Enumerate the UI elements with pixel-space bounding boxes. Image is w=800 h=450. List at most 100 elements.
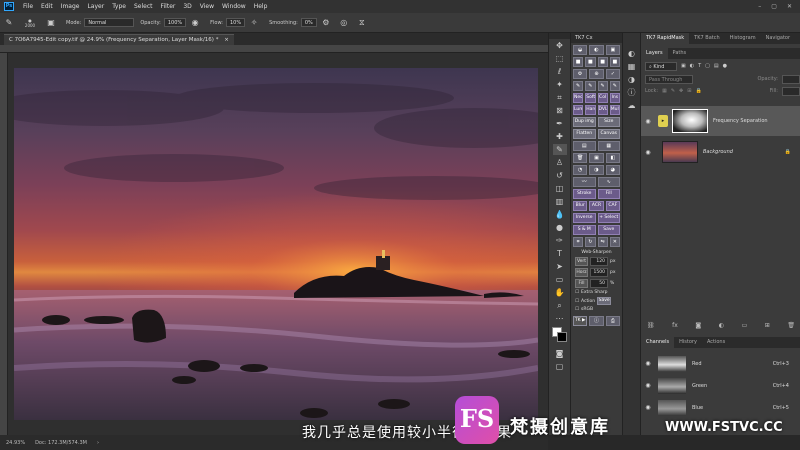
marquee-tool-icon[interactable]: ⬚ <box>553 53 567 64</box>
tk-dup-img-button[interactable]: Dup img <box>573 117 596 127</box>
tk-brush-icon-4[interactable]: ✎ <box>609 81 620 91</box>
channel-visibility-eye-icon[interactable]: ◉ <box>644 382 652 389</box>
brush-settings-icon[interactable]: ▣ <box>46 18 56 28</box>
tk-luminosity-icon-4[interactable]: ■ <box>609 57 620 67</box>
filter-toggle-icon[interactable]: ● <box>723 63 727 69</box>
tools-panel-grip[interactable] <box>549 33 570 39</box>
tk-luminosity-icon-2[interactable]: ■ <box>585 57 596 67</box>
tk-mode-icon-2[interactable]: ◐ <box>589 45 604 55</box>
group-folder-icon[interactable]: ▸ <box>658 115 668 127</box>
delete-layer-icon[interactable]: 🗑 <box>787 322 795 332</box>
collapse-grip[interactable] <box>623 33 640 47</box>
menu-edit[interactable]: Edit <box>37 3 57 10</box>
tk-brush-icon-2[interactable]: ✎ <box>585 81 596 91</box>
tk-curve-icon-1[interactable]: 〰 <box>573 177 596 187</box>
layer-opacity-field[interactable] <box>782 74 800 84</box>
tk-layer-icon-2[interactable]: ▦ <box>597 141 620 151</box>
more-tools-icon[interactable]: ⋯ <box>553 313 567 324</box>
opacity-field[interactable]: 100% <box>163 18 187 27</box>
layer-name[interactable]: Frequency Separation <box>713 118 768 124</box>
quick-select-tool-icon[interactable]: ✦ <box>553 79 567 90</box>
adjustment-layer-icon[interactable]: ◐ <box>719 322 724 332</box>
minimize-icon[interactable]: – <box>758 3 761 10</box>
channel-row-blue[interactable]: ◉ Blue Ctrl+5 <box>641 397 800 418</box>
menu-layer[interactable]: Layer <box>83 3 108 10</box>
rectangle-tool-icon[interactable]: ▭ <box>553 274 567 285</box>
layer-row-frequency-separation[interactable]: ◉ ▸ Frequency Separation <box>641 106 800 136</box>
pressure-size-icon[interactable]: ◎ <box>339 18 349 28</box>
tab-actions[interactable]: Actions <box>702 337 730 348</box>
filter-smart-icon[interactable]: ▤ <box>714 63 719 69</box>
tk-stroke-button[interactable]: Stroke <box>573 189 596 199</box>
lock-pixels-icon[interactable]: ▦ <box>662 88 667 94</box>
tk-mult-button[interactable]: Mult <box>609 105 620 115</box>
tk-layer-icon-1[interactable]: ▤ <box>573 141 596 151</box>
brush-tool-icon[interactable]: ✎ <box>4 18 14 28</box>
tk-caf-button[interactable]: CAF <box>605 201 620 211</box>
layer-visibility-eye-icon[interactable]: ◉ <box>644 149 652 156</box>
tk-inverse-button[interactable]: Inverse <box>573 213 596 223</box>
quick-mask-icon[interactable]: ◙ <box>553 348 567 359</box>
tk-mask-icon-3[interactable]: ✓ <box>605 69 620 79</box>
pen-tool-icon[interactable]: ✑ <box>553 235 567 246</box>
smoothing-options-gear-icon[interactable]: ⚙ <box>321 18 331 28</box>
tk-ins-button[interactable]: Ins <box>609 93 620 103</box>
menu-filter[interactable]: Filter <box>157 3 180 10</box>
tk-curve-icon-2[interactable]: ∿ <box>597 177 620 187</box>
type-tool-icon[interactable]: T <box>553 248 567 259</box>
layer-mask-thumbnail[interactable] <box>672 109 708 133</box>
filter-pixel-icon[interactable]: ▣ <box>681 63 686 69</box>
tk-lum-button[interactable]: Lum <box>573 105 584 115</box>
tk-trash-icon[interactable]: ✕ <box>609 237 620 247</box>
lasso-tool-icon[interactable]: ℓ <box>553 66 567 77</box>
channel-visibility-eye-icon[interactable]: ◉ <box>644 404 652 411</box>
tk-mode-icon-1[interactable]: ◒ <box>573 45 588 55</box>
tk-mask-icon-1[interactable]: ⚙ <box>573 69 588 79</box>
adjustments-panel-icon[interactable]: ◑ <box>625 74 639 85</box>
tk-adjust-icon-3[interactable]: ◕ <box>605 165 620 175</box>
layer-row-background[interactable]: ◉ Background 🔒 <box>641 137 800 167</box>
tk-soft-button[interactable]: Soft <box>585 93 596 103</box>
tab-tk7-batch[interactable]: TK7 Batch <box>689 33 724 44</box>
dodge-tool-icon[interactable]: ● <box>553 222 567 233</box>
new-group-icon[interactable]: ▭ <box>742 322 748 332</box>
hand-tool-icon[interactable]: ✋ <box>553 287 567 298</box>
brush-tool-active-icon[interactable]: ✎ <box>552 144 567 155</box>
airbrush-icon[interactable]: ✧ <box>249 18 259 28</box>
properties-panel-icon[interactable]: ⓘ <box>625 87 639 98</box>
tk-rotate-icon[interactable]: ↻ <box>585 237 596 247</box>
libraries-panel-icon[interactable]: ☁ <box>625 100 639 111</box>
tk-luminosity-icon-3[interactable]: ■ <box>597 57 608 67</box>
lock-move-icon[interactable]: ✥ <box>679 88 683 94</box>
menu-view[interactable]: View <box>196 3 218 10</box>
tk-hard-button[interactable]: Hard <box>585 105 596 115</box>
tk-info-icon[interactable]: ⓘ <box>589 316 604 326</box>
seascape-photo[interactable] <box>14 68 538 420</box>
layer-kind-select[interactable]: ⌕ Kind <box>645 61 677 71</box>
background-color[interactable] <box>557 332 567 342</box>
tk-adjust-icon-2[interactable]: ◑ <box>589 165 604 175</box>
link-layers-icon[interactable]: ⛓ <box>647 322 655 332</box>
lock-all-icon[interactable]: 🔒 <box>695 88 701 94</box>
menu-help[interactable]: Help <box>250 3 272 10</box>
tk-luminosity-icon-1[interactable]: ■ <box>573 57 584 67</box>
screen-mode-icon[interactable]: ▢ <box>553 361 567 372</box>
channel-row-green[interactable]: ◉ Green Ctrl+4 <box>641 375 800 396</box>
tk-col-button[interactable]: Col <box>597 93 608 103</box>
add-mask-icon[interactable]: ◙ <box>695 322 701 332</box>
tab-channels[interactable]: Channels <box>641 337 675 348</box>
frame-tool-icon[interactable]: ⊠ <box>553 105 567 116</box>
tk-size-button[interactable]: Size <box>597 117 620 127</box>
maximize-icon[interactable]: ▢ <box>771 3 777 10</box>
move-tool-icon[interactable]: ✥ <box>553 40 567 51</box>
filter-adjust-icon[interactable]: ◐ <box>690 63 694 69</box>
tab-paths[interactable]: Paths <box>668 48 692 59</box>
tk-print-icon[interactable]: ⎙ <box>605 316 620 326</box>
vert-field[interactable]: 120 <box>590 257 608 266</box>
menu-3d[interactable]: 3D <box>179 3 195 10</box>
brush-preset-picker[interactable]: ● 2000 <box>22 18 38 28</box>
clone-stamp-icon[interactable]: ♙ <box>553 157 567 168</box>
layer-fill-field[interactable] <box>782 86 800 96</box>
tab-tk7-rapidmask[interactable]: TK7 RapidMask <box>641 33 690 44</box>
blend-mode-select[interactable]: Pass Through <box>645 74 693 84</box>
